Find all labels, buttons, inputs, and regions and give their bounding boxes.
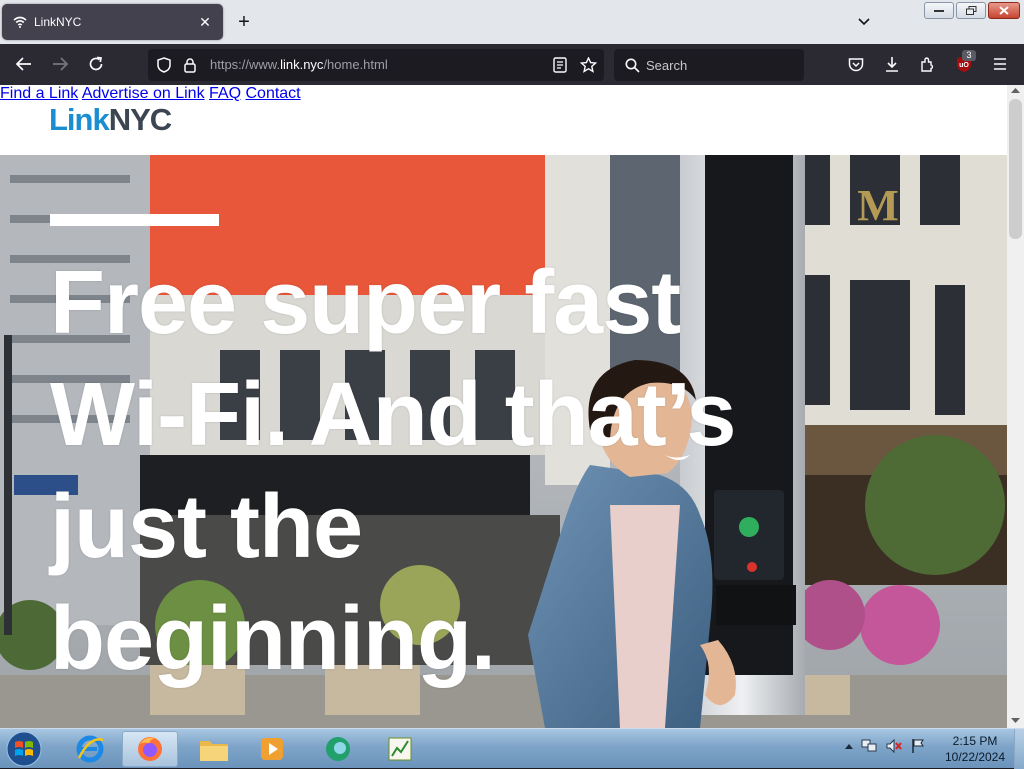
- headline-line-4: beginning.: [50, 589, 496, 689]
- navigation-toolbar: https://www.link.nyc/home.html Search uO: [0, 44, 1024, 85]
- windows-logo-icon: [6, 731, 42, 767]
- shield-icon[interactable]: [152, 53, 176, 77]
- new-tab-button[interactable]: +: [234, 11, 254, 33]
- scroll-up-icon[interactable]: [1011, 88, 1020, 94]
- close-window-button[interactable]: [988, 2, 1020, 19]
- tab-title: LinkNYC: [34, 15, 82, 29]
- tab-bar: LinkNYC ✕ +: [0, 0, 1024, 44]
- hero-accent-bar: [50, 214, 219, 226]
- app-icon[interactable]: [310, 731, 366, 767]
- hero-headline: Free super fast Wi-Fi. And that’s just t…: [50, 247, 810, 695]
- hero-section: M Free super fast Wi-Fi. And that’s just…: [0, 155, 1007, 728]
- browser-tab[interactable]: LinkNYC ✕: [2, 4, 223, 40]
- close-icon[interactable]: ✕: [197, 14, 213, 30]
- headline-line-1: Free super fast: [50, 253, 681, 353]
- search-icon: [620, 53, 644, 77]
- firefox-icon[interactable]: [122, 731, 178, 767]
- system-tray: [845, 738, 926, 754]
- minimize-button[interactable]: [924, 2, 954, 19]
- nav-contact[interactable]: Contact: [245, 85, 300, 102]
- nav-find-a-link[interactable]: Find a Link: [0, 85, 78, 102]
- linknyc-logo[interactable]: LinkNYC: [49, 102, 172, 138]
- scroll-down-icon[interactable]: [1011, 718, 1020, 724]
- address-bar[interactable]: https://www.link.nyc/home.html: [148, 49, 604, 81]
- svg-text:uO: uO: [959, 62, 969, 69]
- media-player-icon[interactable]: [244, 731, 300, 767]
- clock-time: 2:15 PM: [952, 734, 998, 748]
- page-scrollbar[interactable]: [1007, 85, 1024, 728]
- action-center-flag-icon[interactable]: [910, 738, 926, 754]
- svg-text:M: M: [857, 181, 899, 230]
- search-placeholder: Search: [646, 57, 688, 73]
- headline-line-2: Wi-Fi. And that’s: [50, 365, 736, 465]
- back-arrow-icon[interactable]: [12, 52, 36, 76]
- window-controls: [924, 2, 1020, 19]
- url-path: /home.html: [323, 57, 388, 72]
- network-icon[interactable]: [860, 738, 878, 754]
- url-domain: link.nyc: [280, 57, 324, 72]
- reader-view-icon[interactable]: [548, 53, 572, 77]
- internet-explorer-icon[interactable]: [62, 731, 118, 767]
- web-page: LinkNYC Find a Link Advertise on Link FA…: [0, 85, 1007, 728]
- bookmark-star-icon[interactable]: [576, 53, 600, 77]
- lock-icon[interactable]: [178, 53, 202, 77]
- extensions-icon[interactable]: [916, 52, 940, 76]
- show-desktop-button[interactable]: [1014, 729, 1024, 769]
- taskbar-clock[interactable]: 2:15 PM 10/22/2024: [936, 733, 1014, 765]
- volume-muted-icon[interactable]: [885, 738, 903, 754]
- task-manager-icon[interactable]: [372, 731, 428, 767]
- url-text: https://www.link.nyc/home.html: [210, 57, 388, 72]
- logo-link-text: Link: [49, 102, 110, 137]
- headline-line-3: just the: [50, 477, 363, 577]
- search-bar[interactable]: Search: [614, 49, 804, 81]
- download-icon[interactable]: [880, 52, 904, 76]
- nav-advertise-on-link[interactable]: Advertise on Link: [82, 85, 205, 102]
- tray-expand-icon[interactable]: [845, 743, 853, 749]
- url-prefix: https://www.: [210, 57, 281, 72]
- extension-count-badge: 3: [962, 50, 976, 61]
- reload-icon[interactable]: [84, 52, 108, 76]
- clock-date: 10/22/2024: [944, 750, 1006, 764]
- windows-taskbar: 2:15 PM 10/22/2024: [0, 728, 1024, 769]
- start-button[interactable]: [4, 730, 44, 768]
- chevron-down-icon[interactable]: [854, 12, 874, 32]
- logo-nyc-text: NYC: [108, 102, 172, 137]
- site-nav: Find a Link Advertise on Link FAQ Contac…: [0, 85, 1007, 103]
- site-header: LinkNYC Find a Link Advertise on Link FA…: [0, 85, 1007, 155]
- hamburger-menu-icon[interactable]: [988, 52, 1012, 76]
- forward-arrow-icon[interactable]: [48, 52, 72, 76]
- restore-button[interactable]: [956, 2, 986, 19]
- wifi-icon: [12, 14, 28, 30]
- file-explorer-icon[interactable]: [186, 731, 242, 767]
- scroll-thumb[interactable]: [1009, 99, 1022, 239]
- nav-faq[interactable]: FAQ: [209, 85, 241, 102]
- pocket-icon[interactable]: [844, 52, 868, 76]
